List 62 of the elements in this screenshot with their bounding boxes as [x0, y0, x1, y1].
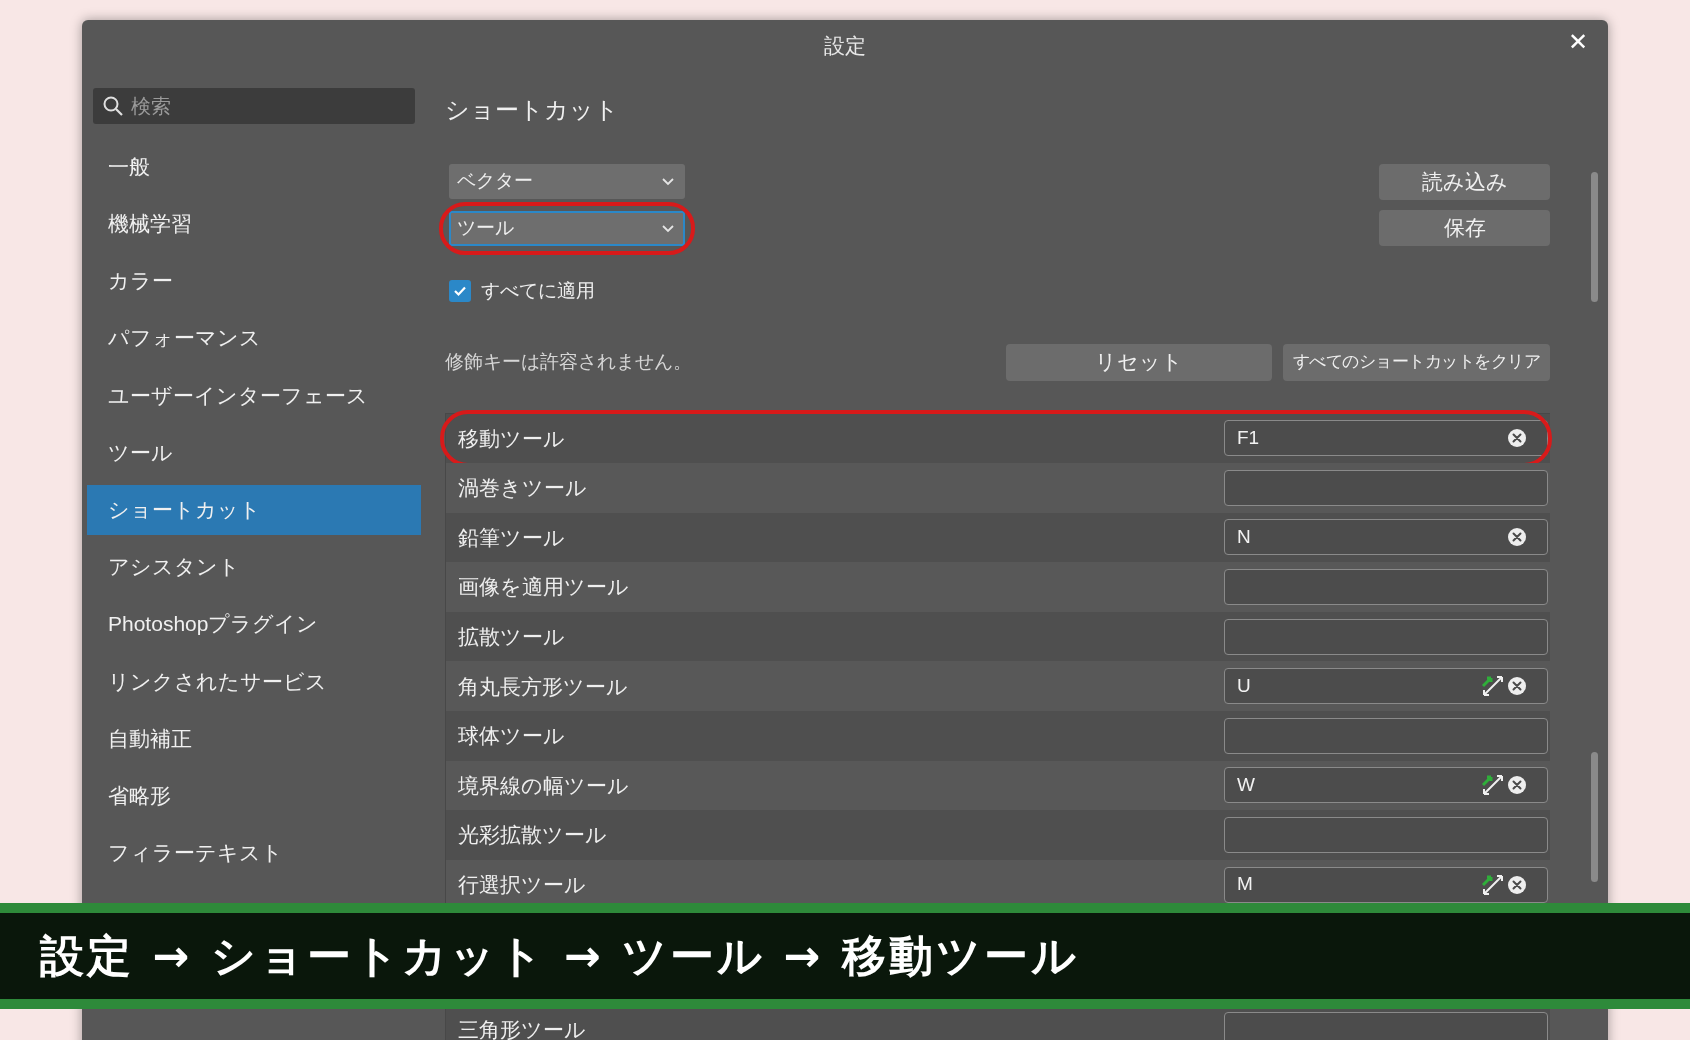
shortcut-field[interactable]: W: [1224, 767, 1548, 804]
tool-name: 拡散ツール: [458, 623, 565, 650]
search-field[interactable]: 検索: [93, 88, 415, 124]
shortcut-field[interactable]: [1224, 817, 1548, 854]
shortcut-field[interactable]: [1224, 618, 1548, 655]
dropdown[interactable]: ベクター: [449, 164, 685, 199]
shortcut-field[interactable]: N: [1224, 519, 1548, 556]
shortcut-field[interactable]: F1: [1224, 420, 1548, 457]
sidebar-item[interactable]: ツール: [87, 427, 421, 478]
sidebar-item[interactable]: 一般: [87, 141, 421, 192]
tool-name: 角丸長方形ツール: [458, 673, 628, 700]
chevron-down-icon: [661, 176, 675, 187]
tool-name: 行選択ツール: [458, 871, 586, 898]
sidebar-item[interactable]: リンクされたサービス: [87, 656, 421, 707]
sidebar-item[interactable]: ユーザーインターフェース: [87, 370, 421, 421]
sidebar-item[interactable]: ショートカット: [87, 484, 421, 535]
caption-text: 設定 → ショートカット → ツール → 移動ツール: [40, 929, 1079, 983]
sidebar-item[interactable]: 機械学習: [87, 198, 421, 249]
scrollbar-thumb[interactable]: [1591, 172, 1598, 302]
window-title: 設定: [824, 33, 866, 60]
toolbar-button[interactable]: 読み込み: [1379, 164, 1550, 200]
tool-name: 渦巻きツール: [458, 475, 587, 502]
reset-button[interactable]: リセット: [1006, 343, 1272, 381]
sidebar-item[interactable]: Photoshopプラグイン: [87, 599, 421, 650]
sidebar-item[interactable]: フィラーテキスト: [87, 827, 421, 878]
shortcut-field[interactable]: [1224, 569, 1548, 606]
clear-icon[interactable]: [1507, 428, 1527, 449]
sidebar-item[interactable]: アシスタント: [87, 541, 421, 592]
sidebar-item[interactable]: 省略形: [87, 770, 421, 821]
toolbar-button[interactable]: 保存: [1379, 210, 1550, 246]
tool-name: 境界線の幅ツール: [458, 772, 629, 799]
checkbox-label: すべてに適用: [481, 279, 595, 303]
clear-icon[interactable]: [1507, 874, 1527, 895]
double-arrow-icon[interactable]: [1481, 872, 1505, 897]
tool-name: 三角形ツール: [458, 1017, 586, 1040]
tool-name: 光彩拡散ツール: [458, 822, 607, 849]
dropdown[interactable]: ツール: [449, 211, 685, 246]
clear-icon[interactable]: [1507, 527, 1527, 548]
shortcut-field[interactable]: [1224, 717, 1548, 754]
double-arrow-icon[interactable]: [1481, 773, 1505, 798]
tool-name: 鉛筆ツール: [458, 524, 565, 551]
close-button[interactable]: ✕: [1564, 30, 1592, 54]
clear-all-button[interactable]: すべてのショートカットをクリア: [1283, 343, 1550, 381]
clear-icon[interactable]: [1507, 775, 1527, 796]
sidebar-item[interactable]: カラー: [87, 255, 421, 306]
tool-name: 画像を適用ツール: [458, 574, 629, 601]
double-arrow-icon[interactable]: [1481, 674, 1505, 699]
section-heading: ショートカット: [445, 95, 620, 125]
clear-icon[interactable]: [1507, 676, 1527, 697]
sidebar-item[interactable]: 自動補正: [87, 713, 421, 764]
shortcut-field[interactable]: [1224, 1012, 1548, 1040]
chevron-down-icon: [661, 223, 675, 234]
tool-name: 移動ツール: [458, 425, 565, 452]
sidebar-item[interactable]: パフォーマンス: [87, 313, 421, 364]
search-icon: [102, 95, 124, 117]
shortcut-field[interactable]: [1224, 469, 1548, 506]
checkbox[interactable]: [449, 280, 471, 303]
scrollbar-thumb[interactable]: [1591, 752, 1598, 882]
shortcut-field[interactable]: M: [1224, 866, 1548, 903]
shortcut-field[interactable]: U: [1224, 668, 1548, 705]
tool-name: 球体ツール: [458, 723, 565, 750]
modifier-note: 修飾キーは許容されません。: [445, 349, 692, 374]
